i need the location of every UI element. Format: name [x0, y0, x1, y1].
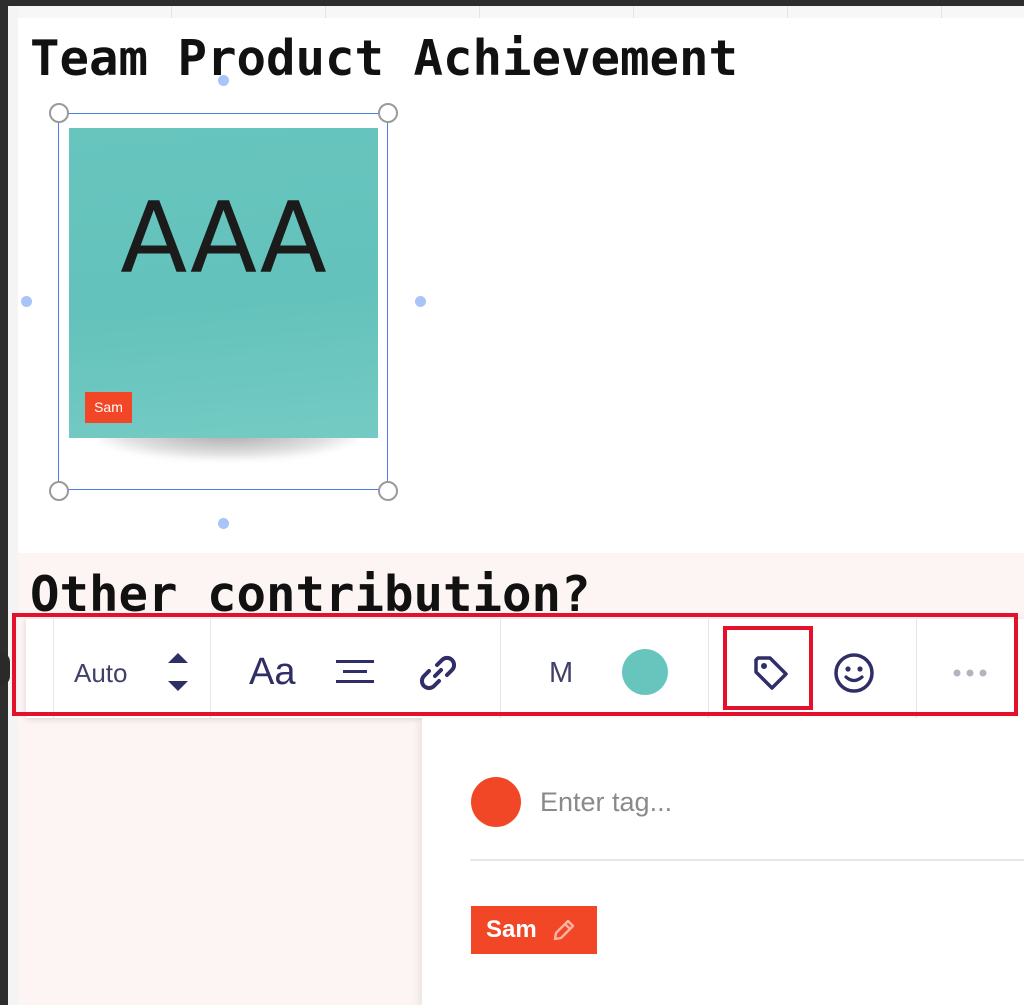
resize-handle-top-left[interactable] — [49, 103, 69, 123]
tag-color-selector[interactable] — [471, 777, 521, 827]
connector-handle-top[interactable] — [218, 75, 229, 86]
toolbar-highlight — [12, 613, 1018, 716]
connector-handle-left[interactable] — [21, 296, 32, 307]
resize-handle-bottom-left[interactable] — [49, 481, 69, 501]
selection-box — [58, 113, 388, 490]
tag-input[interactable] — [540, 780, 1010, 824]
tag-chip-label[interactable]: Sam — [486, 916, 537, 944]
canvas-left-margin — [8, 6, 18, 1005]
resize-handle-bottom-right[interactable] — [378, 481, 398, 501]
pencil-icon[interactable] — [551, 917, 577, 943]
connector-handle-right[interactable] — [415, 296, 426, 307]
canvas-grid — [18, 6, 1024, 18]
side-handle — [0, 652, 10, 686]
tag-chip[interactable]: Sam — [471, 906, 597, 954]
window-frame-left — [0, 0, 8, 1005]
resize-handle-top-right[interactable] — [378, 103, 398, 123]
connector-handle-bottom[interactable] — [218, 518, 229, 529]
section-title[interactable]: Other contribution? — [30, 566, 591, 613]
frame-title[interactable]: Team Product Achievement — [30, 30, 738, 87]
tag-panel-divider — [470, 859, 1024, 861]
tag-panel — [422, 718, 1024, 1005]
tag-button-highlight — [723, 626, 813, 710]
section-title-clip: Other contribution? — [18, 553, 1024, 613]
